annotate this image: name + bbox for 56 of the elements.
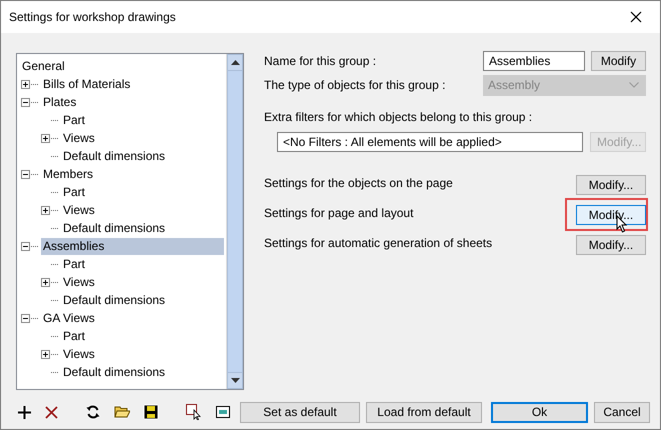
tree-item[interactable]: Views — [61, 202, 97, 218]
expand-toggle[interactable] — [21, 80, 30, 88]
tree-item[interactable]: Part — [61, 184, 88, 200]
open-folder-icon[interactable] — [114, 405, 130, 419]
expand-toggle[interactable] — [41, 278, 50, 286]
scroll-up-icon[interactable] — [230, 60, 240, 65]
modify-button[interactable]: Modify... — [576, 205, 646, 225]
tree-item[interactable]: Views — [61, 274, 97, 290]
tree-item[interactable]: Part — [61, 256, 88, 272]
delete-icon[interactable] — [45, 406, 58, 418]
modify-button[interactable]: Modify — [591, 51, 646, 71]
save-icon[interactable] — [144, 405, 158, 419]
tree-item[interactable]: Views — [61, 130, 97, 146]
field-label: Name for this group : — [264, 54, 378, 68]
tree-item[interactable]: Part — [61, 328, 88, 344]
filters-field[interactable]: <No Filters : All elements will be applied> — [277, 132, 583, 152]
expand-toggle[interactable] — [21, 98, 30, 106]
expand-toggle[interactable] — [21, 170, 30, 178]
refresh-icon[interactable] — [86, 405, 100, 419]
dialog-button[interactable]: Ok — [491, 402, 588, 422]
tree-item[interactable]: Default dimensions — [61, 364, 168, 380]
tree-item[interactable]: Plates — [41, 94, 78, 110]
dialog-button[interactable]: Cancel — [594, 402, 650, 422]
select-icon[interactable] — [186, 404, 202, 420]
tree-item[interactable]: Default dimensions — [61, 292, 168, 308]
name-field[interactable]: Assemblies — [483, 51, 585, 71]
tree-item[interactable]: Views — [61, 346, 97, 362]
field-label: Extra filters for which objects belong to this group : — [264, 110, 534, 126]
chevron-down-icon — [629, 82, 639, 88]
tree-item[interactable]: Members — [41, 166, 96, 182]
window-title: Settings for workshop drawings — [9, 10, 177, 24]
expand-toggle[interactable] — [41, 134, 50, 142]
expand-toggle[interactable] — [21, 314, 30, 322]
dialog-button[interactable]: Load from default — [366, 402, 482, 422]
setting-label: Settings for automatic generation of sheets — [264, 236, 494, 250]
modify-button[interactable]: Modify... — [576, 175, 646, 195]
expand-toggle[interactable] — [21, 242, 30, 250]
dialog-button[interactable]: Set as default — [240, 402, 360, 422]
field-label: The type of objects for this group : — [264, 78, 446, 92]
modify-button[interactable]: Modify... — [576, 235, 646, 255]
tree-item[interactable]: Part — [61, 112, 88, 128]
add-icon[interactable] — [18, 406, 31, 418]
tree-item[interactable]: General — [20, 58, 67, 74]
tree-item[interactable]: Assemblies — [41, 238, 224, 254]
tree-item[interactable]: Default dimensions — [61, 148, 168, 164]
tree-item[interactable]: GA Views — [41, 310, 97, 326]
tree-item[interactable]: Default dimensions — [61, 220, 168, 236]
expand-toggle[interactable] — [41, 206, 50, 214]
setting-label: Settings for page and layout — [264, 206, 414, 220]
tree-item[interactable]: Bills of Materials — [41, 76, 132, 92]
close-icon[interactable] — [630, 11, 642, 23]
scroll-down-icon[interactable] — [230, 378, 240, 383]
setting-label: Settings for the objects on the page — [264, 176, 454, 190]
scrollbar[interactable] — [226, 54, 243, 389]
panel-icon[interactable] — [216, 406, 230, 418]
expand-toggle[interactable] — [41, 350, 50, 358]
